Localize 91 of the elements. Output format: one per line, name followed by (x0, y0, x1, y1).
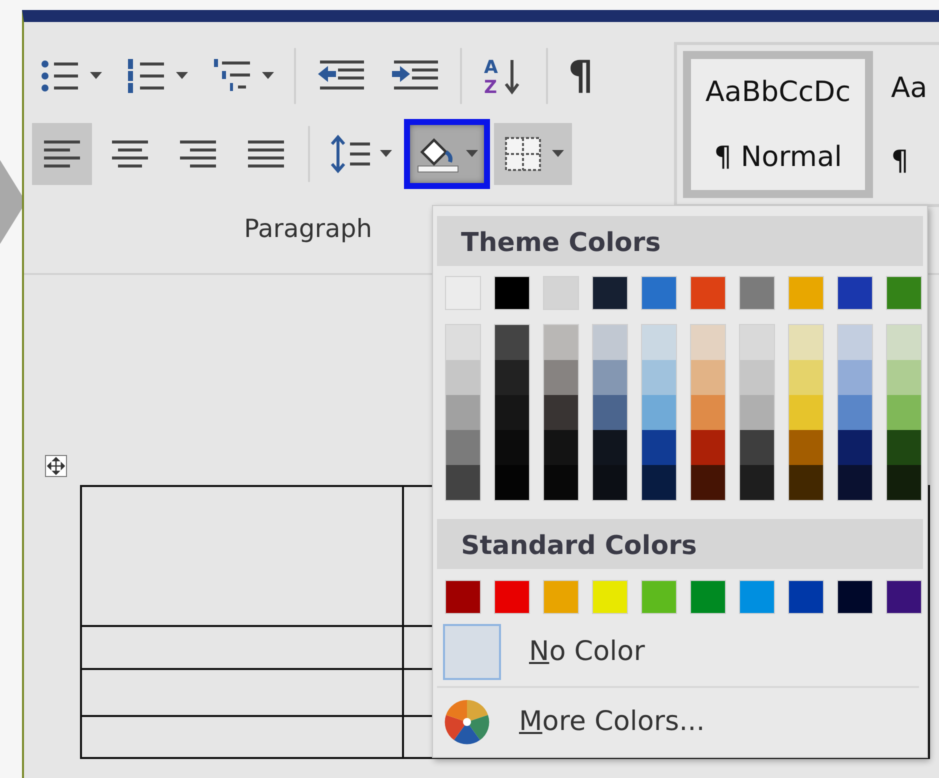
sort-button[interactable]: A Z (474, 45, 534, 107)
color-swatch[interactable] (886, 276, 922, 310)
caret-icon (380, 150, 392, 158)
shade-swatch[interactable] (593, 395, 627, 430)
shade-swatch[interactable] (446, 395, 480, 430)
color-swatch[interactable] (494, 276, 530, 310)
color-swatch[interactable] (886, 580, 922, 614)
shade-swatch[interactable] (887, 360, 921, 395)
shade-swatch[interactable] (642, 395, 676, 430)
shading-button[interactable] (408, 123, 486, 185)
shade-swatch[interactable] (887, 325, 921, 360)
color-swatch[interactable] (837, 580, 873, 614)
color-swatch[interactable] (592, 276, 628, 310)
shade-swatch[interactable] (642, 325, 676, 360)
shade-swatch[interactable] (838, 465, 872, 500)
more-colors-item[interactable]: More Colors... (437, 698, 923, 746)
color-swatch[interactable] (592, 580, 628, 614)
shade-swatch[interactable] (495, 325, 529, 360)
align-left-button[interactable] (32, 123, 92, 185)
shade-swatch[interactable] (691, 465, 725, 500)
shade-swatch[interactable] (838, 430, 872, 465)
caret-icon (466, 150, 478, 158)
no-color-item[interactable]: No Color (437, 624, 919, 688)
color-swatch[interactable] (739, 580, 775, 614)
group-label: Paragraph (244, 213, 372, 245)
color-swatch[interactable] (543, 276, 579, 310)
shade-swatch[interactable] (446, 360, 480, 395)
shade-swatch[interactable] (838, 360, 872, 395)
color-swatch[interactable] (445, 276, 481, 310)
caret-icon (552, 150, 564, 158)
shade-swatch[interactable] (642, 465, 676, 500)
shade-swatch[interactable] (446, 430, 480, 465)
shade-swatch[interactable] (495, 395, 529, 430)
shade-swatch[interactable] (593, 325, 627, 360)
borders-button[interactable] (494, 123, 572, 185)
shade-swatch[interactable] (691, 395, 725, 430)
shade-swatch[interactable] (544, 430, 578, 465)
style-tile[interactable]: Aa ¶ (883, 51, 928, 198)
no-color-swatch-icon (443, 624, 501, 680)
shade-swatch[interactable] (887, 465, 921, 500)
shade-swatch[interactable] (691, 360, 725, 395)
color-swatch[interactable] (641, 276, 677, 310)
shade-swatch[interactable] (544, 465, 578, 500)
shade-swatch[interactable] (789, 430, 823, 465)
color-swatch[interactable] (788, 580, 824, 614)
color-swatch[interactable] (641, 580, 677, 614)
shade-swatch[interactable] (887, 395, 921, 430)
move-handle-icon[interactable] (45, 455, 67, 477)
color-swatch[interactable] (494, 580, 530, 614)
shade-swatch[interactable] (789, 395, 823, 430)
shade-swatch[interactable] (446, 465, 480, 500)
shade-swatch[interactable] (740, 325, 774, 360)
shade-swatch[interactable] (789, 325, 823, 360)
color-swatch[interactable] (690, 276, 726, 310)
shade-swatch[interactable] (544, 325, 578, 360)
shade-swatch[interactable] (544, 395, 578, 430)
pilcrow-button[interactable]: ¶ (560, 45, 602, 107)
section-header: Standard Colors (437, 519, 923, 569)
shade-swatch[interactable] (740, 430, 774, 465)
caret-icon (262, 72, 274, 80)
shade-swatch[interactable] (495, 360, 529, 395)
shade-swatch[interactable] (446, 325, 480, 360)
style-tile[interactable]: AaBbCcDc ¶ Normal (683, 51, 873, 198)
color-swatch[interactable] (543, 580, 579, 614)
shade-swatch[interactable] (838, 325, 872, 360)
shade-swatch[interactable] (495, 430, 529, 465)
shade-swatch[interactable] (642, 430, 676, 465)
shade-swatch[interactable] (593, 360, 627, 395)
shade-swatch[interactable] (740, 360, 774, 395)
shade-swatch[interactable] (544, 360, 578, 395)
color-swatch[interactable] (788, 276, 824, 310)
color-swatch[interactable] (739, 276, 775, 310)
caret-icon (176, 72, 188, 80)
shade-swatch[interactable] (887, 430, 921, 465)
shade-swatch[interactable] (495, 465, 529, 500)
shade-swatch[interactable] (593, 465, 627, 500)
color-swatch[interactable] (445, 580, 481, 614)
shade-swatch[interactable] (740, 465, 774, 500)
section-header: Theme Colors (437, 216, 923, 266)
shade-swatch[interactable] (642, 360, 676, 395)
color-swatch[interactable] (837, 276, 873, 310)
shade-swatch[interactable] (838, 395, 872, 430)
shade-swatch[interactable] (691, 325, 725, 360)
shade-swatch[interactable] (691, 430, 725, 465)
shade-swatch[interactable] (593, 430, 627, 465)
shade-swatch[interactable] (740, 395, 774, 430)
caret-icon (90, 72, 102, 80)
color-wheel-icon (443, 698, 491, 746)
shade-swatch[interactable] (789, 360, 823, 395)
shade-swatch[interactable] (789, 465, 823, 500)
color-swatch[interactable] (690, 580, 726, 614)
